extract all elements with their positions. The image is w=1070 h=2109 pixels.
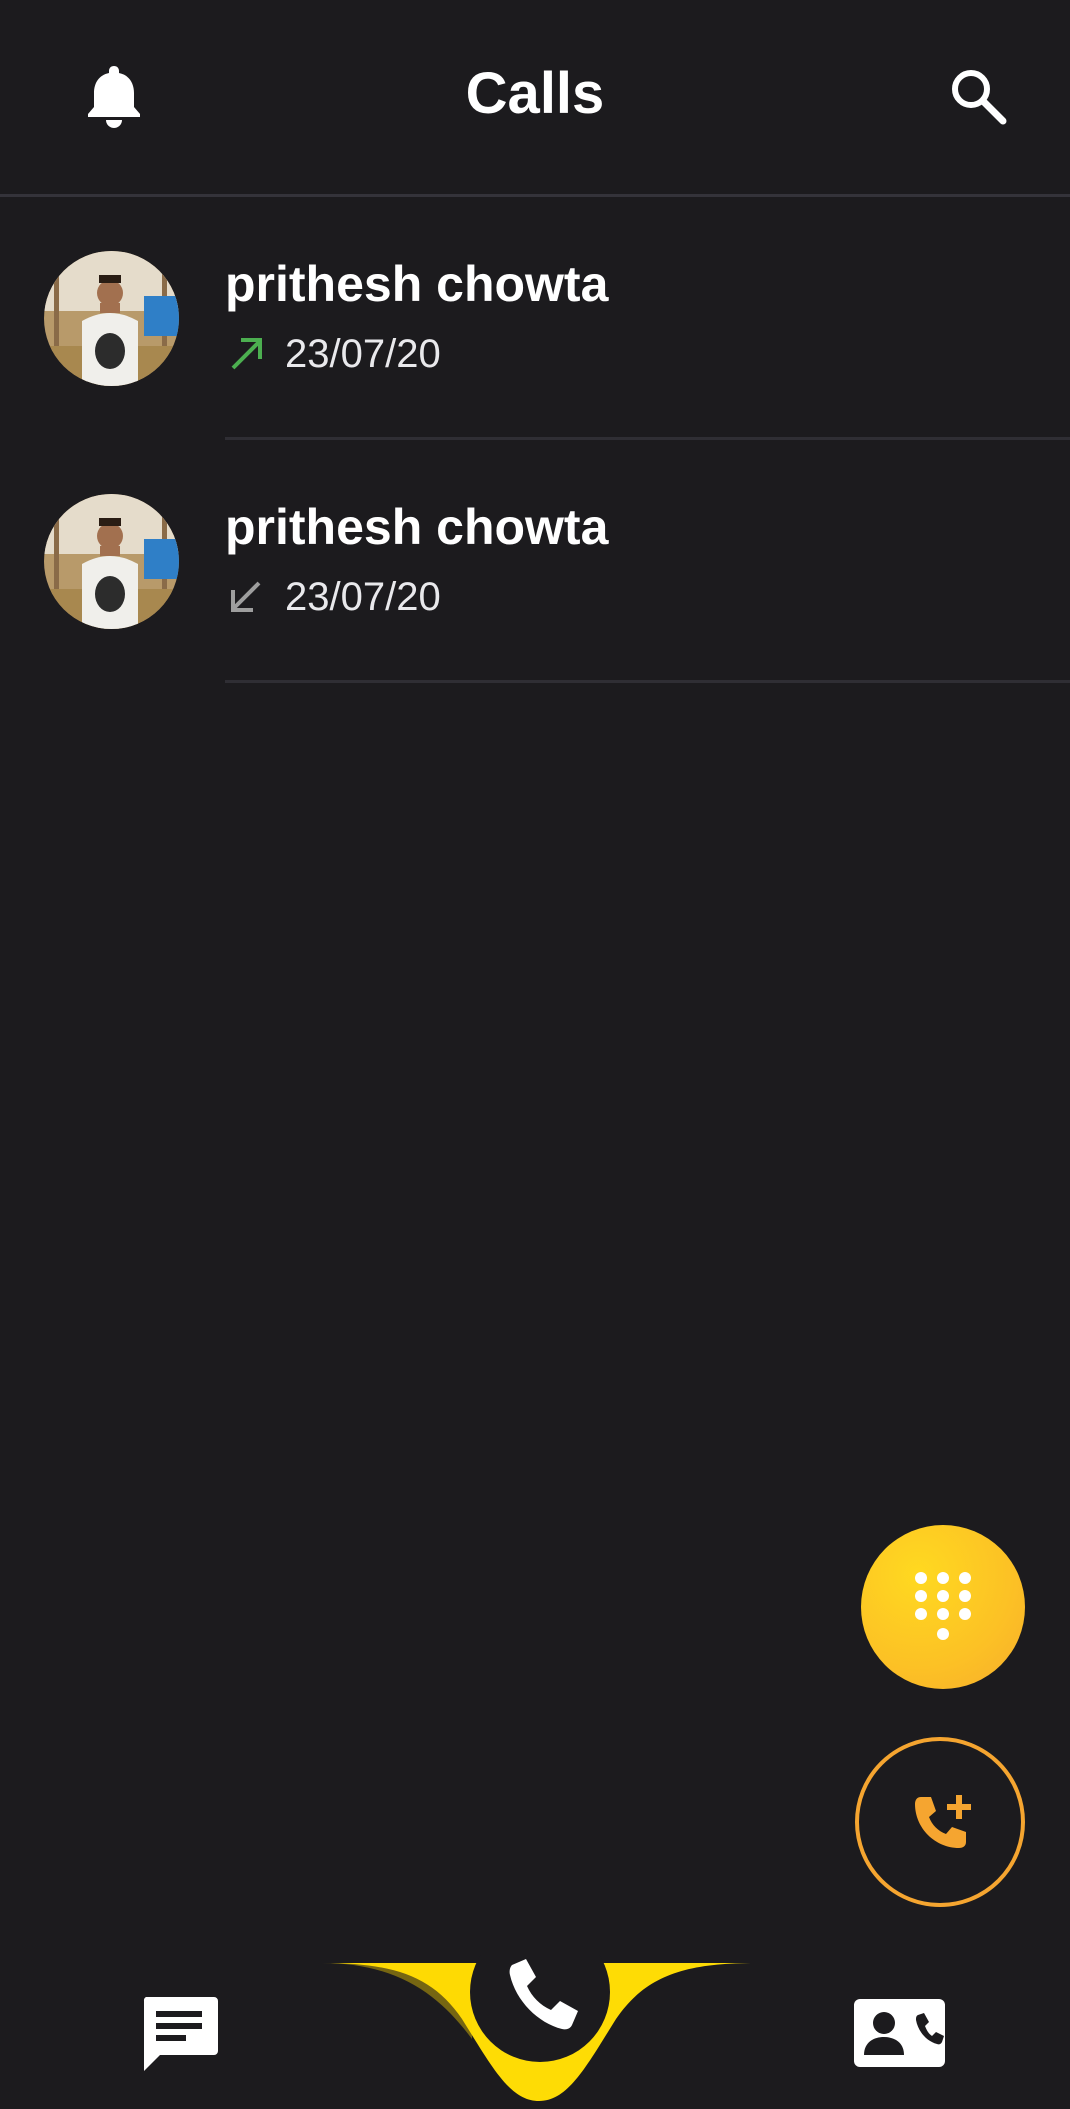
dialpad-icon <box>915 1572 971 1640</box>
incoming-call-arrow-icon <box>231 581 261 612</box>
add-call-icon <box>915 1795 971 1848</box>
contact-name: prithesh chowta <box>225 256 609 312</box>
contacts-icon <box>854 1999 945 2067</box>
calls-screen: Calls prithesh chowta 23/07/20 prithesh … <box>0 0 1070 2109</box>
search-icon <box>952 70 1007 125</box>
page-title: Calls <box>465 61 605 126</box>
avatar[interactable] <box>44 494 179 629</box>
avatar[interactable] <box>44 251 179 386</box>
call-date: 23/07/20 <box>285 575 441 619</box>
search-button[interactable] <box>948 66 1008 126</box>
contact-photo <box>44 251 179 386</box>
nav-calls[interactable] <box>470 1922 610 2085</box>
call-log-item[interactable]: prithesh chowta 23/07/20 <box>0 197 1070 440</box>
phone-icon <box>470 1922 610 2062</box>
nav-contacts[interactable] <box>852 1993 947 2073</box>
app-header: Calls <box>0 0 1070 197</box>
call-log-item[interactable]: prithesh chowta 23/07/20 <box>0 440 1070 683</box>
outgoing-call-arrow-icon <box>231 338 262 370</box>
contact-photo <box>44 494 179 629</box>
chat-icon <box>143 1997 218 2071</box>
contact-name: prithesh chowta <box>225 499 609 555</box>
divider <box>225 680 1070 683</box>
call-log-list: prithesh chowta 23/07/20 prithesh chowta… <box>0 197 1070 683</box>
bottom-navigation <box>0 1922 1070 2109</box>
nav-messages[interactable] <box>140 1995 220 2075</box>
dialpad-button[interactable] <box>861 1525 1025 1689</box>
new-call-button[interactable] <box>855 1737 1025 1907</box>
call-date: 23/07/20 <box>285 332 441 376</box>
